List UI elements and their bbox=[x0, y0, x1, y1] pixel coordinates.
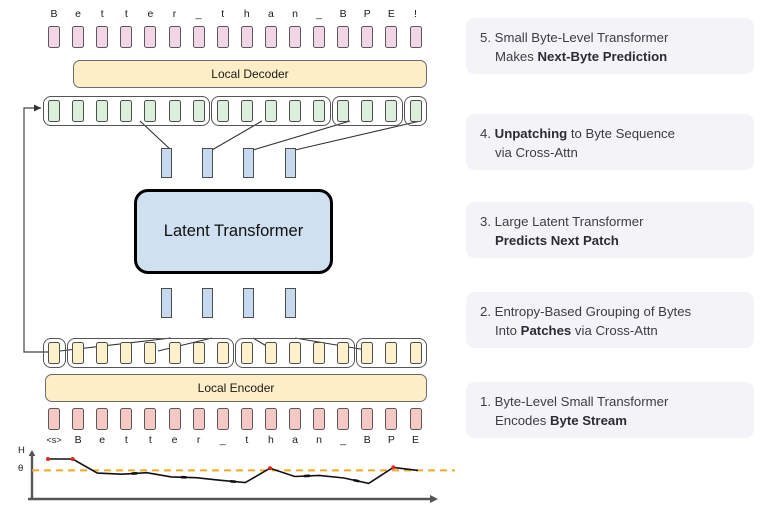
input-byte-cell bbox=[264, 408, 277, 430]
step-card-2[interactable]: 2. Entropy-Based Grouping of Bytes Into … bbox=[466, 292, 754, 348]
input-byte-label: B bbox=[363, 434, 371, 446]
encoder-hidden-cell bbox=[96, 342, 109, 364]
step-1-number: 1. bbox=[480, 394, 491, 409]
input-byte-label: t bbox=[124, 434, 128, 446]
input-byte-label: r bbox=[196, 434, 201, 446]
patch-vector bbox=[201, 288, 213, 318]
entropy-peak-point bbox=[391, 465, 396, 470]
step-2-line1: Entropy-Based Grouping of Bytes bbox=[494, 304, 692, 319]
input-byte-cell bbox=[289, 408, 301, 430]
patch-vector bbox=[242, 288, 254, 318]
input-byte-label: e bbox=[99, 434, 106, 446]
step-1-line2-plain: Encodes bbox=[495, 412, 550, 428]
step-2-line2-bold: Patches bbox=[520, 322, 572, 338]
input-byte-cell bbox=[72, 408, 85, 430]
step-card-4[interactable]: 4. Unpatching to Byte Sequence via Cross… bbox=[466, 114, 754, 170]
encoder-hidden-cell bbox=[120, 342, 133, 364]
encoder-hidden-cell bbox=[48, 342, 60, 364]
input-byte-cell bbox=[168, 408, 181, 430]
entropy-peak-points bbox=[46, 457, 396, 471]
step-1-line2: Encodes Byte Stream bbox=[480, 412, 740, 431]
input-byte-label: e bbox=[171, 434, 178, 446]
input-byte-label: P bbox=[387, 434, 395, 446]
input-byte-cell bbox=[48, 408, 60, 430]
encoder-hidden-cell bbox=[313, 342, 326, 364]
input-byte-cell bbox=[385, 408, 398, 430]
step-5-line2-plain: Makes bbox=[495, 48, 538, 64]
input-byte-label: _ bbox=[340, 434, 347, 446]
input-byte-label: E bbox=[411, 434, 419, 446]
step-3-line2-bold: Predicts Next Patch bbox=[495, 232, 619, 248]
input-byte-label: _ bbox=[219, 434, 226, 446]
encoder-hidden-cell bbox=[289, 342, 301, 364]
input-byte-cell bbox=[216, 408, 229, 430]
input-byte-label: t bbox=[245, 434, 249, 446]
encoder-hidden-cell bbox=[192, 342, 205, 364]
input-byte-cell bbox=[337, 408, 350, 430]
entropy-direction-tick bbox=[353, 478, 360, 483]
step-card-1[interactable]: 1. Byte-Level Small Transformer Encodes … bbox=[466, 382, 754, 438]
encoder-hidden-cell bbox=[72, 342, 85, 364]
local-encoder-module[interactable]: Local Encoder bbox=[45, 374, 427, 402]
input-byte-cell bbox=[144, 408, 157, 430]
encoder-hidden-cell bbox=[216, 342, 229, 364]
patch-vector bbox=[160, 288, 172, 318]
entropy-peak-point bbox=[70, 457, 75, 461]
input-byte-cell bbox=[192, 408, 205, 430]
entropy-peak-point bbox=[268, 466, 272, 471]
step-5-line2-bold: Next-Byte Prediction bbox=[537, 48, 668, 64]
step-2-line2: Into Patches via Cross-Attn bbox=[480, 322, 740, 341]
diagram-canvas: Be t t e r _ t h a n _ B P E! Local Decoder Latent Tr… bbox=[0, 0, 774, 508]
input-byte-cell bbox=[96, 408, 109, 430]
input-byte-label: n bbox=[316, 434, 323, 446]
step-5-line2: Makes Next-Byte Prediction bbox=[480, 48, 740, 67]
encoder-hidden-cell bbox=[361, 342, 374, 364]
encoder-hidden-cell bbox=[168, 342, 181, 364]
step-4-line1-plain: to Byte Sequence bbox=[567, 126, 675, 141]
input-byte-label: <s> bbox=[46, 435, 62, 445]
input-byte-cell bbox=[120, 408, 133, 430]
encoder-hidden-cell bbox=[337, 342, 350, 364]
encoder-hidden-cell bbox=[385, 342, 398, 364]
input-byte-cell bbox=[409, 408, 422, 430]
step-card-3[interactable]: 3. Large Latent Transformer Predicts Nex… bbox=[466, 202, 754, 258]
entropy-peak-point bbox=[46, 457, 50, 461]
input-byte-cell bbox=[240, 408, 253, 430]
entropy-x-axis-arrowhead bbox=[430, 495, 438, 503]
input-byte-label: B bbox=[74, 434, 82, 446]
step-3-number: 3. bbox=[480, 214, 491, 229]
local-encoder-label: Local Encoder bbox=[197, 381, 275, 395]
entropy-chart: H θ bbox=[0, 445, 460, 508]
entropy-y-axis-arrowhead bbox=[28, 450, 36, 456]
step-2-number: 2. bbox=[480, 304, 491, 319]
encoder-hidden-row bbox=[0, 338, 460, 368]
entropy-direction-ticks bbox=[131, 472, 360, 483]
encoder-hidden-cell bbox=[144, 342, 157, 364]
step-4-line2: via Cross-Attn bbox=[495, 144, 578, 160]
step-3-line1: Large Latent Transformer bbox=[494, 214, 644, 229]
step-4-number: 4. bbox=[480, 126, 491, 141]
step-5-number: 5. bbox=[480, 30, 491, 45]
entropy-plot bbox=[28, 450, 455, 503]
encoder-hidden-cell bbox=[409, 342, 422, 364]
step-2-line2-plain-b: via Cross-Attn bbox=[571, 322, 658, 338]
input-byte-label: a bbox=[292, 434, 298, 446]
step-1-line2-bold: Byte Stream bbox=[550, 412, 627, 428]
step-card-5[interactable]: 5. Small Byte-Level Transformer Makes Ne… bbox=[466, 18, 754, 74]
encoder-hidden-cell bbox=[264, 342, 277, 364]
step-5-line1: Small Byte-Level Transformer bbox=[494, 30, 669, 45]
input-byte-cell bbox=[361, 408, 374, 430]
step-4-line1-bold: Unpatching bbox=[494, 126, 568, 141]
step-2-line2-plain-a: Into bbox=[495, 322, 521, 338]
encoder-hidden-cell bbox=[240, 342, 253, 364]
input-byte-label: t bbox=[148, 434, 152, 446]
patch-vector bbox=[284, 288, 296, 318]
input-byte-label: h bbox=[267, 434, 274, 446]
input-byte-cell bbox=[313, 408, 326, 430]
step-1-line1: Byte-Level Small Transformer bbox=[494, 394, 669, 409]
